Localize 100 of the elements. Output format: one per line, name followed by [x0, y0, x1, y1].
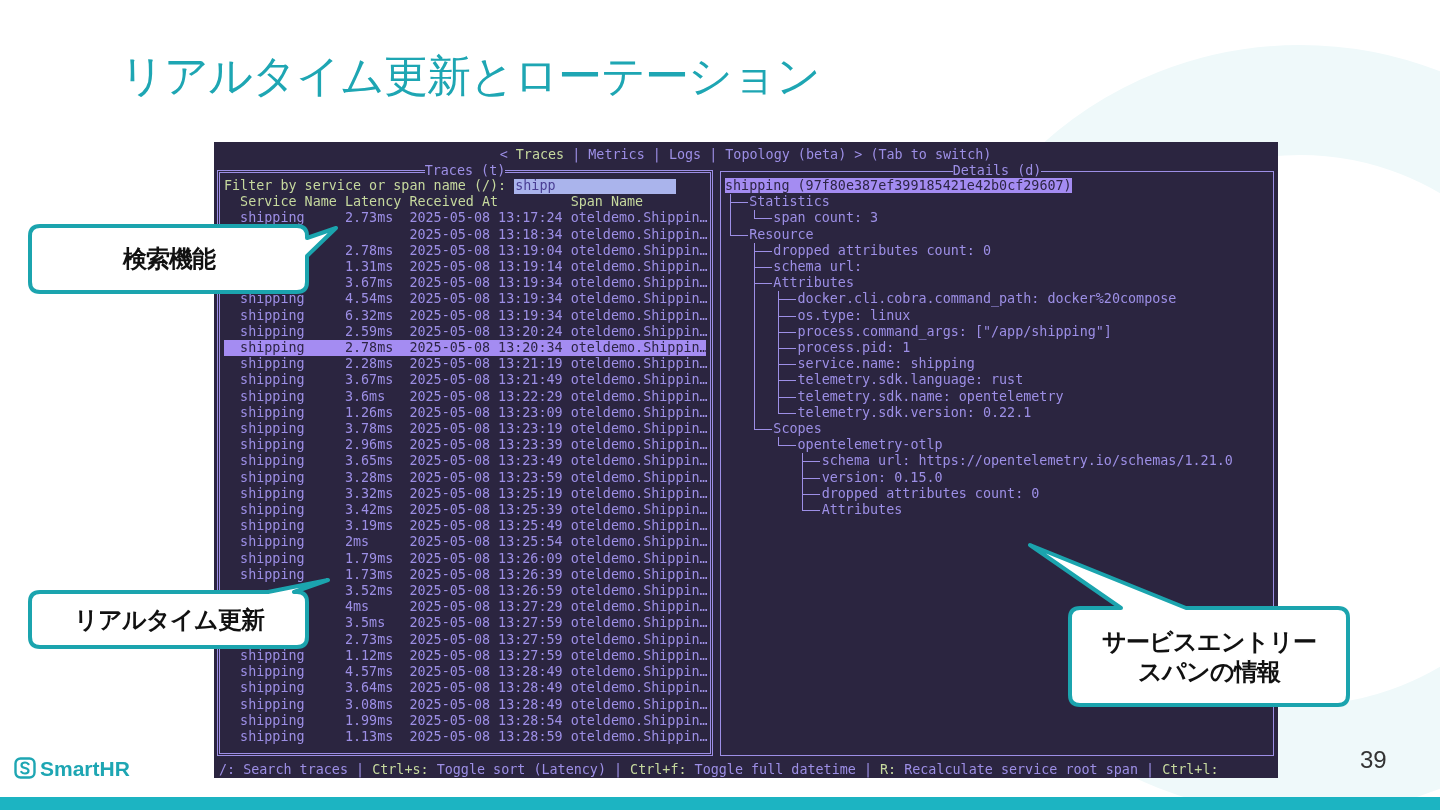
tree-connector-line	[778, 307, 796, 324]
table-cell-text: 2025-05-08 13:21:19	[409, 356, 564, 373]
tree-node[interactable]: version: 0.15.0	[821, 469, 943, 485]
table-cell-text: 2025-05-08 13:28:49	[409, 664, 564, 681]
column-header: Received At	[409, 194, 500, 211]
table-cell-text: 2025-05-08 13:28:49	[409, 680, 564, 697]
tree-node[interactable]: opentelemetry-otlp	[797, 437, 943, 453]
tree-connector-line	[754, 242, 772, 259]
table-cell: oteldemo.Shippin…	[570, 307, 708, 324]
table-cell-text: 2025-05-08 13:28:59	[409, 728, 564, 746]
table-cell-text: shipping	[240, 518, 306, 535]
table-cell-text: 1.12ms	[344, 647, 395, 665]
table-cell: oteldemo.Shippin…	[570, 242, 708, 259]
table-cell: oteldemo.Shippin…	[570, 404, 708, 422]
tab[interactable]: Logs	[668, 147, 702, 164]
shortcut-action: Toggle full datetime	[694, 761, 856, 778]
slide-title: リアルタイム更新とローテーション	[119, 49, 821, 103]
tab[interactable]: Topology (beta)	[725, 147, 847, 164]
logo-icon	[14, 757, 36, 780]
tree-node[interactable]: Attributes	[773, 275, 854, 291]
tree-node[interactable]: process.pid: 1	[797, 340, 911, 356]
table-cell-text: shipping	[240, 291, 306, 308]
table-cell-text: 2.59ms	[344, 323, 395, 341]
tree-node[interactable]: dropped attributes count: 0	[773, 242, 991, 258]
table-cell-text: 3.67ms	[344, 275, 395, 292]
table-cell-text: 2025-05-08 13:27:59	[409, 631, 564, 648]
table-cell-text: shipping	[240, 664, 306, 681]
table-cell-text: 2025-05-08 13:21:49	[409, 372, 564, 389]
table-cell-text: 2025-05-08 13:26:39	[409, 566, 564, 584]
tree-node[interactable]: Resource	[749, 226, 814, 242]
nav-arrow[interactable]: <	[499, 147, 508, 164]
tree-node[interactable]: os.type: linux	[797, 307, 911, 323]
table-cell-text: shipping	[240, 712, 306, 729]
tree-node[interactable]: service.name: shipping	[797, 356, 975, 372]
tree-node[interactable]: shipping (97f80e387ef399185421e42b0cf29607)	[725, 178, 1072, 193]
table-cell-text: shipping	[240, 485, 306, 503]
table-cell-text: 3.64ms	[344, 680, 395, 697]
callout-text: 検索機能	[122, 244, 215, 274]
shortcut-action: /: Search traces	[219, 761, 348, 778]
tab[interactable]: Traces	[515, 147, 565, 164]
tree-node[interactable]: process.command_args: ["/app/shipping"]	[797, 323, 1112, 339]
tree-node[interactable]: dropped attributes count: 0	[821, 485, 1040, 501]
table-cell-text: 3.78ms	[344, 421, 395, 438]
table-cell: oteldemo.Shippin…	[570, 356, 708, 373]
selected-row[interactable]: shipping 2.78ms 2025-05-08 13:20:34 oteldemo.Shippin…	[224, 340, 706, 357]
tree-node[interactable]: schema url: https://opentelemetry.io/schemas/1.21.0	[821, 453, 1233, 469]
table-cell: oteldemo.Shippin…	[570, 728, 708, 746]
column-header: Service Name	[240, 194, 338, 211]
tree-node[interactable]: Statistics	[749, 194, 830, 210]
separator: |	[614, 761, 623, 778]
table-cell-text: shipping	[240, 696, 306, 713]
table-cell-text: shipping	[240, 437, 306, 454]
table-cell-text: 2025-05-08 13:25:54	[409, 534, 564, 551]
table-cell-text: 2025-05-08 13:26:09	[409, 550, 564, 567]
table-cell-text: shipping	[240, 469, 306, 486]
table-cell: oteldemo.Shippin…	[570, 534, 708, 551]
table-cell-text: 2025-05-08 13:27:29	[409, 599, 564, 616]
table-cell-text: 1.73ms	[344, 566, 395, 584]
table-cell-text: shipping	[240, 210, 306, 227]
separator: |	[652, 147, 661, 164]
tree-node[interactable]: docker.cli.cobra.command_path: docker%20compose	[797, 291, 1177, 307]
table-cell: oteldemo.Shippin…	[570, 647, 708, 665]
table-cell-text: 4ms	[344, 599, 371, 616]
column-header: Span Name	[570, 194, 644, 211]
table-cell-text: 2025-05-08 13:23:19	[409, 421, 564, 438]
filter-field[interactable]: shipp	[514, 178, 677, 194]
tree-node[interactable]: Attributes	[821, 502, 903, 518]
table-cell: oteldemo.Shippin…	[570, 421, 708, 438]
column-header: Latency	[344, 194, 403, 211]
table-cell-text: 1.26ms	[344, 404, 395, 422]
table-cell-text: shipping	[240, 534, 306, 551]
tree-node[interactable]: telemetry.sdk.language: rust	[797, 372, 1024, 388]
table-cell: oteldemo.Shippin…	[570, 275, 708, 292]
table-cell-text: 3.08ms	[344, 696, 395, 713]
table-cell-text: 2025-05-08 13:25:39	[409, 502, 564, 519]
table-cell-text: shipping	[240, 340, 306, 357]
tree-node[interactable]: schema url:	[773, 259, 863, 274]
tab[interactable]: Metrics	[588, 147, 645, 164]
table-cell: oteldemo.Shippin…	[570, 291, 708, 308]
tree-node[interactable]: span count: 3	[773, 210, 879, 226]
table-cell-text: 3.19ms	[344, 518, 395, 535]
tree-node[interactable]: telemetry.sdk.name: opentelemetry	[797, 388, 1064, 404]
tree-connector-line	[778, 356, 796, 373]
separator: |	[709, 147, 718, 164]
separator: |	[572, 147, 581, 164]
table-cell-text: 3.32ms	[344, 485, 395, 503]
tree-node[interactable]: Scopes	[773, 421, 822, 437]
separator: |	[356, 761, 365, 778]
table-cell-text: shipping	[240, 728, 306, 746]
table-cell-text: 1.31ms	[344, 259, 395, 276]
shortcut-key: Ctrl+l:	[1162, 761, 1219, 778]
nav-arrow[interactable]: >	[854, 147, 863, 164]
table-cell-text: shipping	[240, 680, 306, 697]
table-cell: oteldemo.Shippin…	[570, 680, 708, 697]
tree-node[interactable]: telemetry.sdk.version: 0.22.1	[797, 404, 1032, 420]
table-cell-text: 3.6ms	[344, 388, 387, 405]
table-cell: oteldemo.Shippin…	[570, 323, 708, 341]
table-cell-text: 2025-05-08 13:17:24	[409, 210, 564, 227]
table-cell-text: 2025-05-08 13:22:29	[409, 388, 564, 405]
table-cell-text: 2025-05-08 13:25:19	[409, 485, 564, 503]
